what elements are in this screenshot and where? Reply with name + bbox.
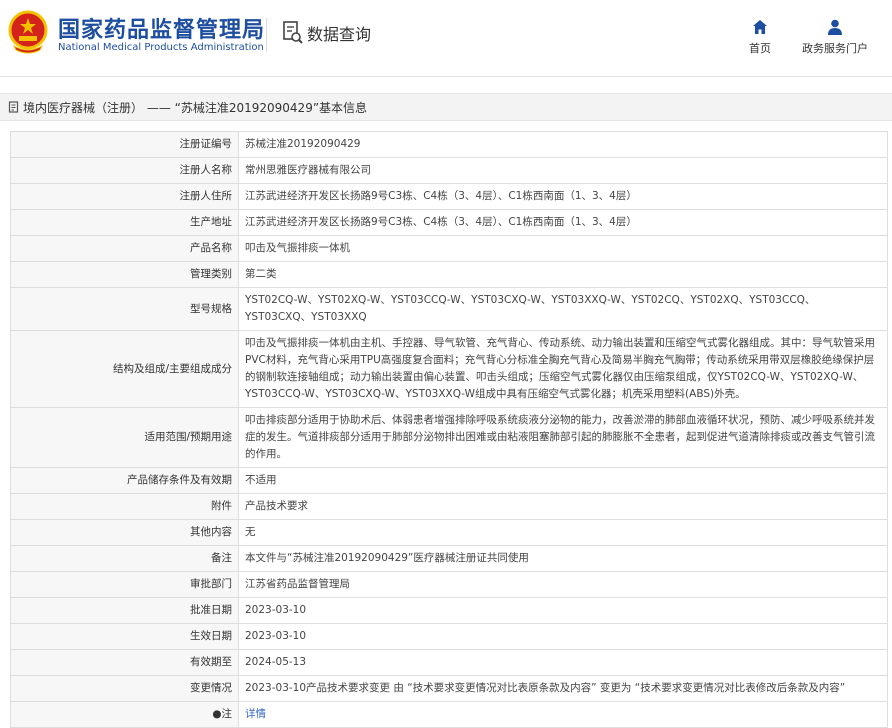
site-title: 国家药品监督管理局 (58, 18, 266, 43)
field-value: 第二类 (238, 261, 888, 288)
table-row: 审批部门 江苏省药品监督管理局 (10, 571, 888, 598)
site-header: 国家药品监督管理局 National Medical Products Admi… (0, 0, 892, 77)
table-row: 注册人名称 常州思雅医疗器械有限公司 (10, 157, 888, 184)
field-label: 型号规格 (10, 287, 239, 331)
field-label: 生效日期 (10, 623, 239, 650)
field-value: 2023-03-10产品技术要求变更 由 “技术要求变更情况对比表原条款及内容”… (238, 675, 888, 702)
field-label: 审批部门 (10, 571, 239, 598)
table-row: ●注 详情 (10, 701, 888, 728)
national-emblem-icon (8, 10, 48, 54)
breadcrumb-text: 境内医疗器械（注册） —— “苏械注准20192090429”基本信息 (23, 100, 368, 115)
table-row: 变更情况 2023-03-10产品技术要求变更 由 “技术要求变更情况对比表原条… (10, 675, 888, 702)
field-value: 2023-03-10 (238, 597, 888, 624)
table-row: 产品储存条件及有效期 不适用 (10, 467, 888, 494)
field-label: 其他内容 (10, 519, 239, 546)
table-row: 生产地址 江苏武进经济开发区长扬路9号C3栋、C4栋（3、4层）、C1栋西南面（… (10, 209, 888, 236)
details-link[interactable]: 详情 (245, 708, 266, 720)
field-value: 详情 (238, 701, 888, 728)
field-value: 常州思雅医疗器械有限公司 (238, 157, 888, 184)
field-label: 结构及组成/主要组成成分 (10, 330, 239, 408)
field-label: 备注 (10, 545, 239, 572)
field-label: 附件 (10, 493, 239, 520)
site-title-en: National Medical Products Administration (58, 42, 264, 53)
field-label: 产品储存条件及有效期 (10, 467, 239, 494)
document-icon (8, 101, 19, 113)
table-row: 备注 本文件与“苏械注准20192090429”医疗器械注册证共同使用 (10, 545, 888, 572)
field-label: 变更情况 (10, 675, 239, 702)
field-value: 叩击及气振排痰一体机由主机、手控器、导气软管、充气背心、传动系统、动力输出装置和… (238, 330, 888, 408)
user-icon (828, 19, 842, 35)
field-value: 叩击及气振排痰一体机 (238, 235, 888, 262)
data-query-link[interactable]: 数据查询 (282, 20, 371, 46)
nav-home-label: 首页 (749, 42, 771, 55)
home-icon (753, 20, 767, 34)
table-row: 注册证编号 苏械注准20192090429 (10, 131, 888, 158)
field-value: 2023-03-10 (238, 623, 888, 650)
table-row: 其他内容 无 (10, 519, 888, 546)
nav-portal-label: 政务服务门户 (802, 42, 868, 55)
field-value: 无 (238, 519, 888, 546)
registration-info-table: 注册证编号 苏械注准20192090429 注册人名称 常州思雅医疗器械有限公司… (10, 131, 888, 728)
breadcrumb: 境内医疗器械（注册） —— “苏械注准20192090429”基本信息 (0, 93, 892, 121)
field-value: 不适用 (238, 467, 888, 494)
field-label: 注册人名称 (10, 157, 239, 184)
field-label: 管理类别 (10, 261, 239, 288)
table-row: 管理类别 第二类 (10, 261, 888, 288)
table-row: 注册人住所 江苏武进经济开发区长扬路9号C3栋、C4栋（3、4层）、C1栋西南面… (10, 183, 888, 210)
note-label-cell: ●注 (10, 701, 239, 728)
field-value: 叩击排痰部分适用于协助术后、体弱患者增强排除呼吸系统痰液分泌物的能力，改善淤滞的… (238, 407, 888, 468)
field-value: 江苏省药品监督管理局 (238, 571, 888, 598)
table-row: 产品名称 叩击及气振排痰一体机 (10, 235, 888, 262)
field-value: 苏械注准20192090429 (238, 131, 888, 158)
note-bullet-icon: ● (212, 708, 222, 720)
field-label: 注 (221, 708, 233, 720)
field-value: YST02CQ-W、YST02XQ-W、YST03CCQ-W、YST03CXQ-… (238, 287, 888, 331)
table-row: 批准日期 2023-03-10 (10, 597, 888, 624)
nav-service-portal[interactable]: 政务服务门户 (800, 18, 870, 56)
field-value: 本文件与“苏械注准20192090429”医疗器械注册证共同使用 (238, 545, 888, 572)
field-label: 有效期至 (10, 649, 239, 676)
table-row: 附件 产品技术要求 (10, 493, 888, 520)
table-row: 型号规格 YST02CQ-W、YST02XQ-W、YST03CCQ-W、YST0… (10, 287, 888, 331)
nav-home[interactable]: 首页 (742, 18, 778, 56)
field-label: 适用范围/预期用途 (10, 407, 239, 468)
table-row: 适用范围/预期用途 叩击排痰部分适用于协助术后、体弱患者增强排除呼吸系统痰液分泌… (10, 407, 888, 468)
field-value: 江苏武进经济开发区长扬路9号C3栋、C4栋（3、4层）、C1栋西南面（1、3、4… (238, 209, 888, 236)
field-label: 批准日期 (10, 597, 239, 624)
field-value: 江苏武进经济开发区长扬路9号C3栋、C4栋（3、4层）、C1栋西南面（1、3、4… (238, 183, 888, 210)
table-row: 生效日期 2023-03-10 (10, 623, 888, 650)
table-row: 有效期至 2024-05-13 (10, 649, 888, 676)
data-query-label: 数据查询 (307, 25, 372, 44)
field-value: 2024-05-13 (238, 649, 888, 676)
document-search-icon (283, 21, 303, 44)
field-label: 产品名称 (10, 235, 239, 262)
table-row: 结构及组成/主要组成成分 叩击及气振排痰一体机由主机、手控器、导气软管、充气背心… (10, 330, 888, 408)
field-label: 生产地址 (10, 209, 239, 236)
header-divider (266, 18, 267, 52)
field-value: 产品技术要求 (238, 493, 888, 520)
field-label: 注册人住所 (10, 183, 239, 210)
field-label: 注册证编号 (10, 131, 239, 158)
